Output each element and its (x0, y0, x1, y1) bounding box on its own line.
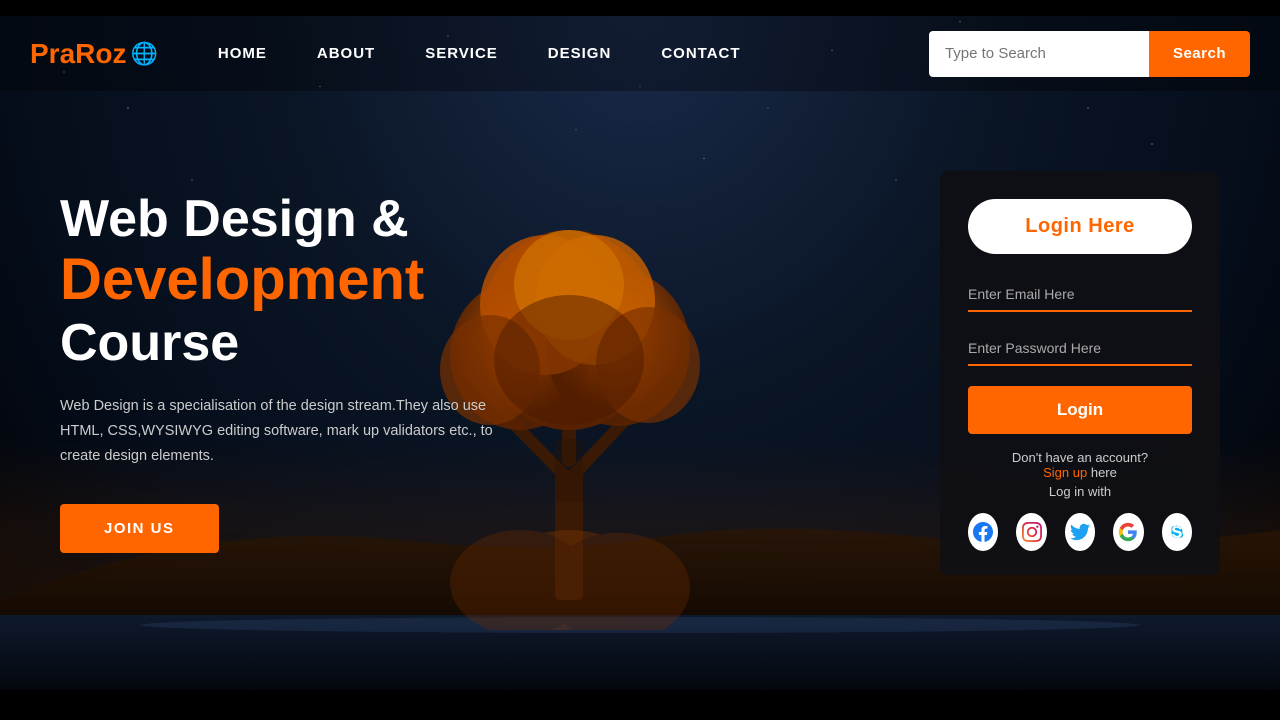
social-icons (968, 513, 1192, 551)
nav-design[interactable]: DESIGN (548, 45, 612, 62)
hero-section: Web Design & Development Course Web Desi… (60, 151, 610, 553)
signup-link[interactable]: Sign up (1043, 465, 1087, 480)
hero-title-line1: Web Design & (60, 191, 610, 248)
hero-title-line2: Development (60, 248, 610, 312)
join-us-button[interactable]: JOIN US (60, 504, 219, 553)
nav-contact[interactable]: CONTACT (661, 45, 740, 62)
search-button[interactable]: Search (1149, 31, 1250, 77)
search-input[interactable] (929, 31, 1149, 77)
twitter-icon[interactable] (1065, 513, 1095, 551)
login-title-button[interactable]: Login Here (968, 199, 1192, 254)
nav-links: HOME ABOUT SERVICE DESIGN CONTACT (218, 45, 929, 62)
logo-text: PraRoz (30, 38, 126, 70)
main-content: Web Design & Development Course Web Desi… (0, 91, 1280, 690)
hero-description: Web Design is a specialisation of the de… (60, 394, 530, 468)
login-with-label: Log in with (968, 484, 1192, 499)
logo-globe-icon: 🌐 (130, 41, 157, 67)
login-button[interactable]: Login (968, 386, 1192, 434)
facebook-icon[interactable] (968, 513, 998, 551)
navbar: PraRoz 🌐 HOME ABOUT SERVICE DESIGN CONTA… (0, 16, 1280, 91)
email-input[interactable] (968, 278, 1192, 312)
signup-text: Don't have an account? Sign up here (968, 450, 1192, 480)
hero-title-line3: Course (60, 312, 610, 374)
nav-service[interactable]: SERVICE (425, 45, 498, 62)
instagram-icon[interactable] (1016, 513, 1046, 551)
skype-icon[interactable] (1162, 513, 1192, 551)
login-card: Login Here Login Don't have an account? … (940, 171, 1220, 575)
logo: PraRoz 🌐 (30, 38, 158, 70)
nav-about[interactable]: ABOUT (317, 45, 375, 62)
password-input[interactable] (968, 332, 1192, 366)
top-bar (0, 0, 1280, 16)
nav-home[interactable]: HOME (218, 45, 267, 62)
search-area: Search (929, 31, 1250, 77)
google-icon[interactable] (1113, 513, 1143, 551)
bottom-bar (0, 690, 1280, 720)
